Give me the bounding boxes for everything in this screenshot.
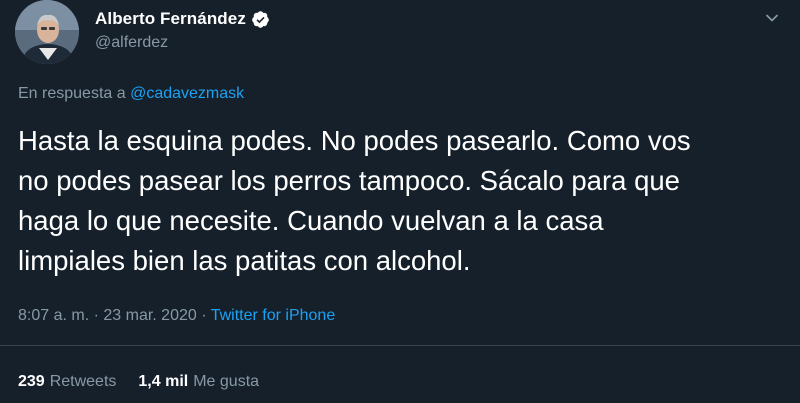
tweet-text: Hasta la esquina podes. No podes pasearl… bbox=[18, 121, 788, 281]
reply-context: En respuesta a @cadavezmask bbox=[18, 85, 244, 103]
avatar[interactable] bbox=[15, 0, 79, 64]
likes-label: Me gusta bbox=[193, 373, 260, 390]
retweets-label: Retweets bbox=[49, 373, 117, 390]
meta-separator: · bbox=[89, 307, 104, 324]
likes-count: 1,4 mil bbox=[138, 373, 189, 390]
verified-badge-icon bbox=[252, 10, 269, 28]
tweet-text-line: haga lo que necesite. Cuando vuelvan a l… bbox=[18, 205, 604, 236]
author-name-row: Alberto Fernández bbox=[95, 8, 270, 30]
tweet-time[interactable]: 8:07 a. m. bbox=[18, 307, 89, 324]
tweet-text-line: limpiales bien las patitas con alcohol. bbox=[18, 245, 471, 276]
meta-separator: · bbox=[196, 307, 211, 324]
avatar-image bbox=[15, 0, 79, 64]
author-display-name[interactable]: Alberto Fernández bbox=[95, 9, 246, 29]
tweet-stats: 239 Retweets 1,4 mil Me gusta bbox=[18, 373, 259, 391]
retweets-stat[interactable]: 239 Retweets bbox=[18, 373, 116, 391]
tweet-card: Alberto Fernández @alferdez En respuesta… bbox=[0, 0, 800, 403]
reply-mention-link[interactable]: @cadavezmask bbox=[130, 85, 244, 102]
author-handle[interactable]: @alferdez bbox=[95, 34, 168, 52]
likes-stat[interactable]: 1,4 mil Me gusta bbox=[138, 373, 259, 391]
tweet-text-line: no podes pasear los perros tampoco. Sáca… bbox=[18, 165, 680, 196]
chevron-down-icon[interactable] bbox=[762, 8, 782, 28]
retweets-count: 239 bbox=[18, 373, 45, 390]
tweet-text-line: Hasta la esquina podes. No podes pasearl… bbox=[18, 125, 691, 156]
divider bbox=[0, 345, 800, 346]
tweet-date[interactable]: 23 mar. 2020 bbox=[103, 307, 196, 324]
tweet-source-link[interactable]: Twitter for iPhone bbox=[211, 307, 336, 324]
tweet-meta: 8:07 a. m. · 23 mar. 2020 · Twitter for … bbox=[18, 307, 335, 325]
reply-prefix: En respuesta a bbox=[18, 85, 126, 102]
